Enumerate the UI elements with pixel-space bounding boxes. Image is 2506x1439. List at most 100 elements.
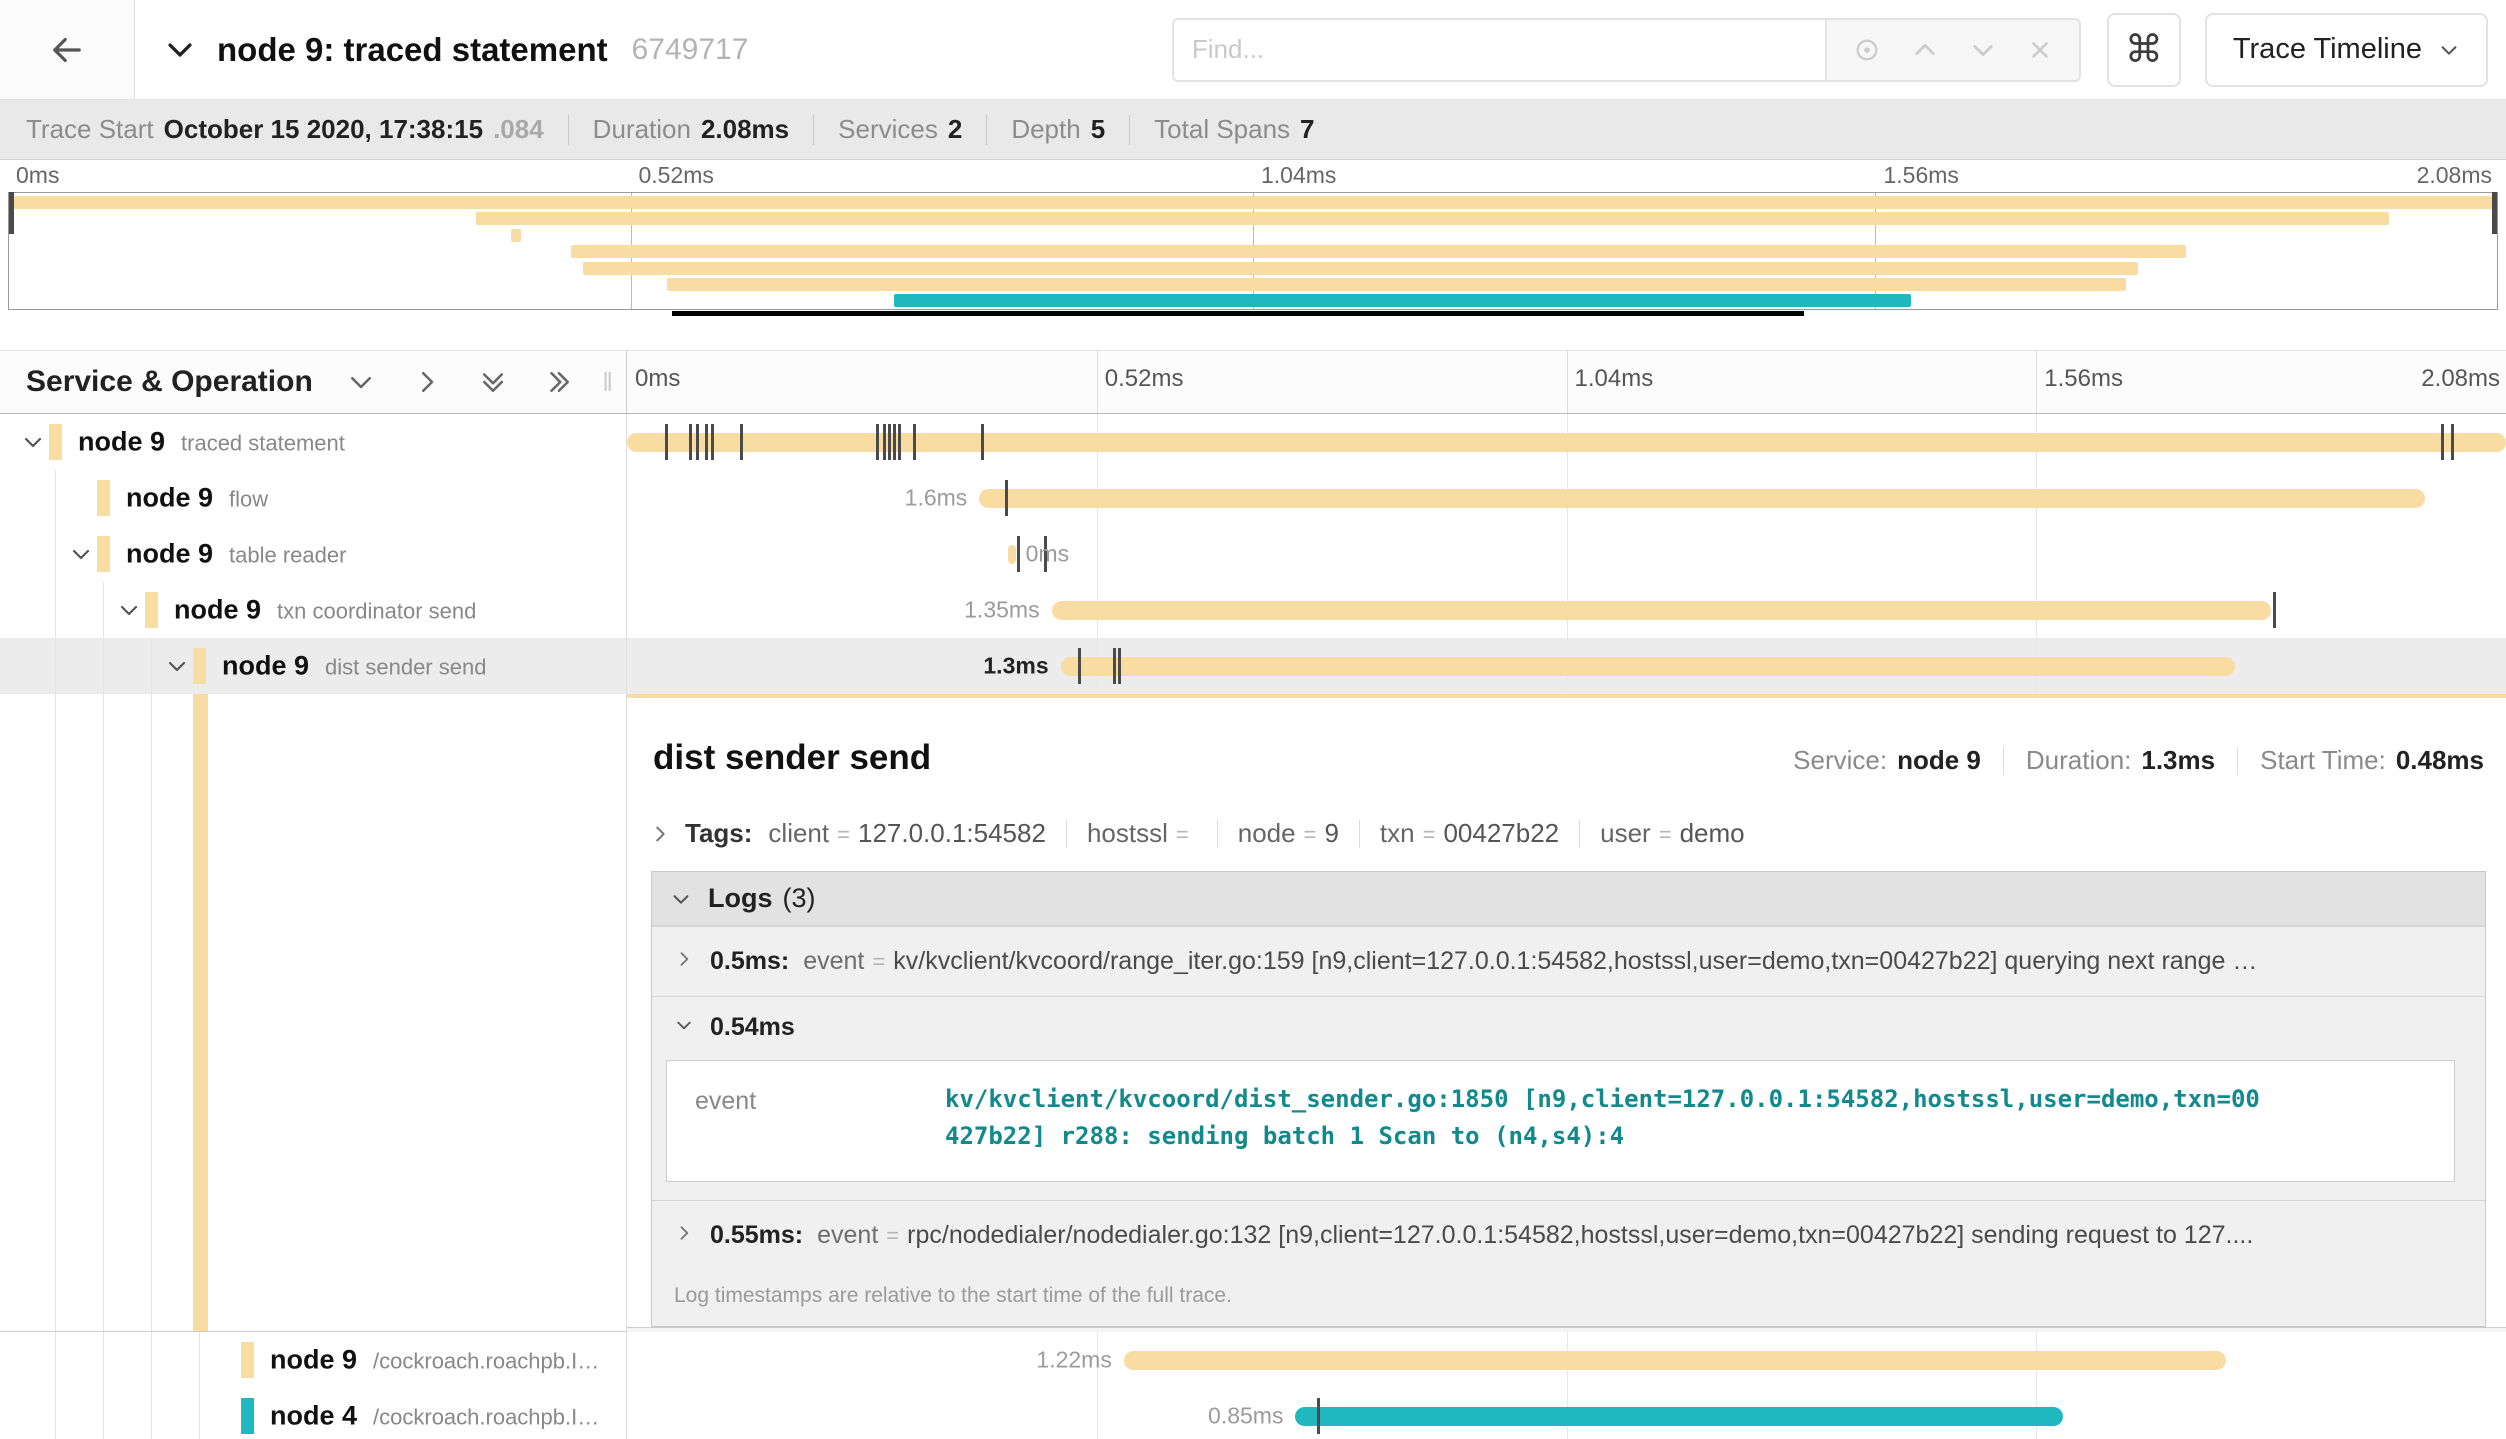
chevron-down-icon[interactable] — [69, 542, 93, 566]
service-operation-title: Service & Operation — [26, 365, 313, 399]
span-track[interactable]: 1.3ms — [627, 638, 2506, 694]
find-prev-icon[interactable] — [1911, 36, 1939, 64]
span-track[interactable]: 1.6ms — [627, 470, 2506, 526]
duration-label: Duration: — [2026, 745, 2132, 776]
log-marker-tick — [913, 424, 916, 460]
back-arrow-icon — [46, 29, 88, 71]
log-marker-tick — [689, 424, 692, 460]
log-entry[interactable]: 0.5ms: event = kv/kvclient/kvcoord/range… — [652, 926, 2485, 996]
span-name-column[interactable]: node 9/cockroach.roachpb.I… — [0, 1332, 627, 1388]
trace-view-label: Trace Timeline — [2233, 33, 2422, 66]
minimap-canvas[interactable] — [8, 192, 2498, 310]
expand-all-icon[interactable] — [544, 367, 574, 397]
ruler-tick-label: 0.52ms — [1105, 365, 1184, 393]
find-match-icon[interactable] — [1853, 36, 1881, 64]
divider — [1359, 820, 1360, 848]
service-label: Service: — [1793, 745, 1887, 776]
top-bar: node 9: traced statement 6749717 ⌘ — [0, 0, 2506, 100]
log-marker-tick — [1005, 480, 1008, 516]
span-row[interactable]: node 4/cockroach.roachpb.I…0.85ms — [0, 1388, 2506, 1439]
find-next-icon[interactable] — [1969, 36, 1997, 64]
tag-key: node — [1238, 818, 1296, 849]
span-duration-bar[interactable] — [1124, 1351, 2226, 1370]
divider — [1129, 115, 1130, 145]
span-row[interactable]: node 9flow1.6ms — [0, 470, 2506, 526]
total-spans-value: 7 — [1300, 114, 1314, 145]
ruler-tick-line — [1097, 351, 1098, 413]
find-input[interactable] — [1172, 18, 1827, 82]
collapse-all-icon[interactable] — [478, 367, 508, 397]
span-operation: /cockroach.roachpb.I… — [373, 1349, 599, 1375]
minimap-right-scrubber[interactable] — [2492, 192, 2497, 234]
span-name: node 9/cockroach.roachpb.I… — [270, 1345, 599, 1376]
equals-sign: = — [886, 1223, 899, 1249]
page-title: node 9: traced statement — [217, 31, 608, 69]
span-operation: txn coordinator send — [277, 599, 476, 625]
keyboard-shortcuts-button[interactable]: ⌘ — [2107, 13, 2181, 87]
ruler-tick-label: 2.08ms — [2417, 162, 2492, 189]
span-duration-bar[interactable] — [979, 489, 2424, 508]
collapse-one-icon[interactable] — [346, 367, 376, 397]
span-track[interactable]: 0ms — [627, 526, 2506, 582]
find-clear-icon[interactable] — [2027, 37, 2053, 63]
detail-span-stripe — [193, 694, 208, 1331]
divider — [2003, 747, 2004, 775]
log-marker-tick — [888, 424, 891, 460]
span-name-column[interactable]: node 9flow — [0, 470, 627, 526]
equals-sign: = — [1423, 822, 1436, 848]
span-name-column[interactable]: node 9txn coordinator send — [0, 582, 627, 638]
span-name-column[interactable]: node 9table reader — [0, 526, 627, 582]
log-entry-expanded-header[interactable]: 0.54ms — [652, 996, 2485, 1050]
span-row[interactable]: node 9traced statement — [0, 414, 2506, 470]
span-track[interactable]: 1.22ms — [627, 1332, 2506, 1388]
span-duration-bar[interactable] — [1295, 1407, 2063, 1426]
chevron-down-icon[interactable] — [165, 654, 189, 678]
trace-view-selector[interactable]: Trace Timeline — [2205, 13, 2488, 87]
expand-one-icon[interactable] — [412, 367, 442, 397]
chevron-down-icon — [2438, 39, 2460, 61]
ruler-tick-label: 1.04ms — [1261, 162, 1336, 189]
span-duration-bar[interactable] — [627, 433, 2506, 452]
service-value: node 9 — [1897, 745, 1981, 776]
title-collapse-toggle[interactable] — [163, 33, 197, 67]
minimap-left-scrubber[interactable] — [9, 192, 14, 234]
span-row[interactable]: node 9txn coordinator send1.35ms — [0, 582, 2506, 638]
tags-row[interactable]: Tags: client=127.0.0.1:54582hostssl=node… — [627, 798, 2506, 861]
span-duration-label: 1.22ms — [1036, 1347, 1123, 1374]
ruler-tick-line — [2036, 351, 2037, 413]
span-name-column[interactable]: node 4/cockroach.roachpb.I… — [0, 1388, 627, 1439]
span-name-column[interactable]: node 9traced statement — [0, 414, 627, 470]
span-duration-bar[interactable] — [1052, 601, 2272, 620]
span-color-bar — [97, 536, 110, 572]
span-row[interactable]: node 9dist sender send1.3ms — [0, 638, 2506, 694]
span-track[interactable]: 0.85ms — [627, 1388, 2506, 1439]
tag-key: txn — [1380, 818, 1415, 849]
span-track[interactable]: 1.35ms — [627, 582, 2506, 638]
chevron-down-icon[interactable] — [117, 598, 141, 622]
logs-count: (3) — [783, 883, 816, 914]
log-entry[interactable]: 0.55ms: event = rpc/nodedialer/nodediale… — [652, 1200, 2485, 1270]
detail-header: dist sender send Service:node 9 Duration… — [627, 698, 2506, 798]
log-marker-tick — [696, 424, 699, 460]
log-marker-tick — [1317, 1398, 1320, 1434]
chevron-down-icon[interactable] — [21, 430, 45, 454]
log-field: event — [695, 1081, 945, 1155]
start-time-value: 0.48ms — [2396, 745, 2484, 776]
span-track[interactable] — [627, 414, 2506, 470]
back-button[interactable] — [0, 0, 135, 99]
span-name: node 9table reader — [126, 539, 346, 570]
divider — [1066, 820, 1067, 848]
minimap-span-bar — [476, 212, 2390, 225]
span-rows: node 9traced statementnode 9flow1.6msnod… — [0, 414, 2506, 1439]
span-name-column[interactable]: node 9dist sender send — [0, 638, 627, 694]
log-timestamp: 0.54ms — [710, 1013, 795, 1042]
span-row[interactable]: node 9/cockroach.roachpb.I… 1.22ms — [0, 1332, 2506, 1388]
ruler-tick-label: 1.04ms — [1575, 365, 1654, 393]
column-resizer-grip[interactable]: ‖ — [602, 367, 616, 398]
timeline-gridline — [1097, 1388, 1098, 1439]
span-service: node 9 — [78, 427, 165, 458]
span-duration-bar[interactable] — [1061, 657, 2235, 676]
span-row[interactable]: node 9table reader 0ms — [0, 526, 2506, 582]
logs-header[interactable]: Logs (3) — [652, 872, 2485, 926]
services-label: Services — [838, 114, 938, 145]
